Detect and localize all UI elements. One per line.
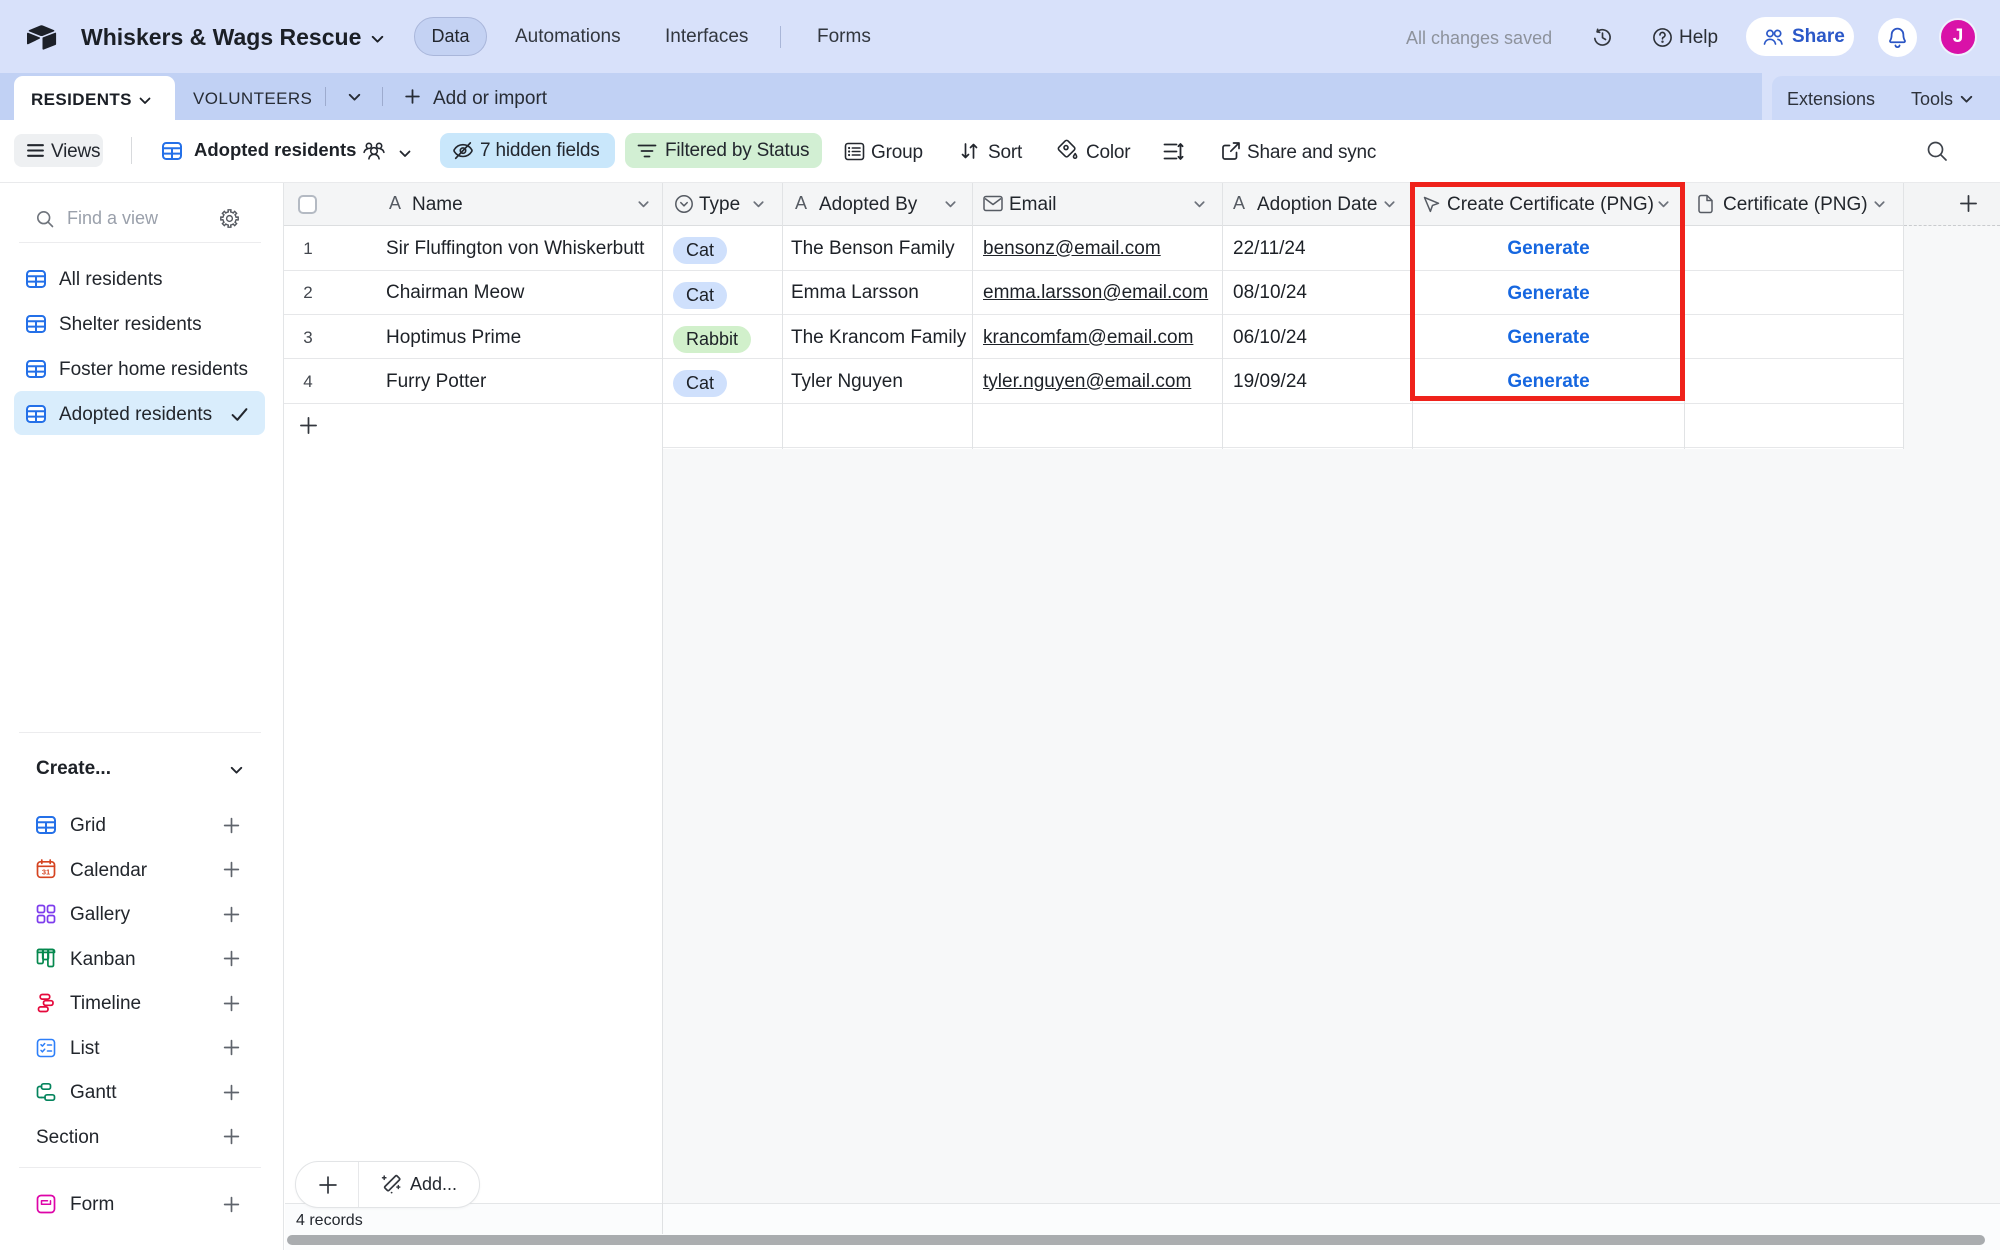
svg-text:31: 31 (42, 868, 50, 877)
